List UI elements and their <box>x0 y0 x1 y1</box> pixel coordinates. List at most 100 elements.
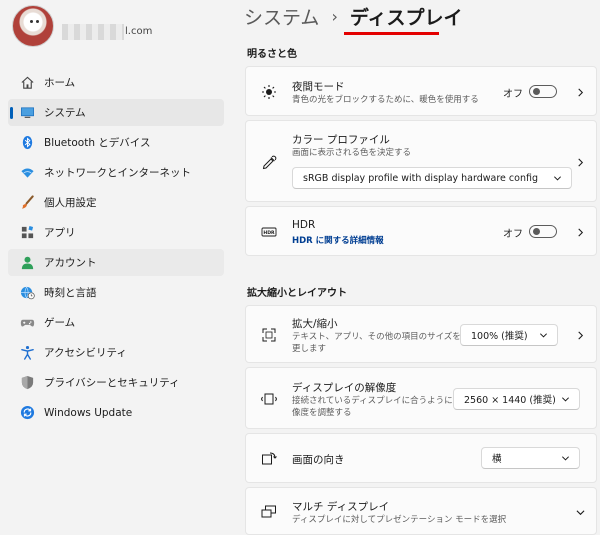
gamepad-icon <box>18 315 36 331</box>
sidebar-item-label: システム <box>44 107 86 119</box>
color-profile-title: カラー プロファイル <box>292 134 390 146</box>
sidebar-item-bluetooth[interactable]: Bluetooth とデバイス <box>8 129 224 156</box>
hdr-title: HDR <box>292 219 316 231</box>
home-icon <box>18 75 36 91</box>
night-light-toggle[interactable] <box>529 85 557 98</box>
hdr-card[interactable]: HDR HDR HDR に関する詳細情報 オフ <box>245 206 597 256</box>
globe-clock-icon <box>18 285 36 301</box>
breadcrumb: システム › ディスプレイ <box>244 3 463 30</box>
wifi-icon <box>18 165 36 181</box>
sidebar-item-label: Bluetooth とデバイス <box>44 137 151 149</box>
chevron-down-icon <box>561 454 570 463</box>
orientation-title: 画面の向き <box>292 454 345 466</box>
multi-display-icon <box>260 503 278 521</box>
night-light-desc: 青色の光をブロックするために、暖色を使用する <box>292 95 479 105</box>
breadcrumb-parent[interactable]: システム <box>244 3 319 30</box>
sidebar-item-label: アクセシビリティ <box>44 347 127 359</box>
section-title-scale-layout: 拡大縮小とレイアウト <box>247 288 347 299</box>
nav-list: ホーム システム Bluetooth とデバイス ネットワークとインターネット … <box>8 69 224 429</box>
sidebar-item-label: 時刻と言語 <box>44 287 97 299</box>
scale-dropdown[interactable]: 100% (推奨) <box>460 324 558 346</box>
color-profile-selected: sRGB display profile with display hardwa… <box>303 172 538 184</box>
chevron-right-icon[interactable] <box>574 156 586 168</box>
resolution-selected: 2560 × 1440 (推奨) <box>464 395 556 406</box>
user-email: l.com <box>125 26 153 37</box>
sidebar-item-label: アカウント <box>44 257 97 269</box>
update-icon <box>18 405 36 421</box>
monitor-icon <box>18 105 36 121</box>
night-light-card[interactable]: 夜間モード 青色の光をブロックするために、暖色を使用する オフ <box>245 66 597 116</box>
shield-icon <box>18 375 36 391</box>
sidebar-item-accessibility[interactable]: アクセシビリティ <box>8 339 224 366</box>
accessibility-icon <box>18 345 36 361</box>
sidebar-item-time-language[interactable]: 時刻と言語 <box>8 279 224 306</box>
sidebar-item-personalization[interactable]: 個人用設定 <box>8 189 224 216</box>
sidebar-item-label: ネットワークとインターネット <box>44 167 191 179</box>
bluetooth-icon <box>18 135 36 151</box>
section-title-brightness: 明るさと色 <box>247 49 297 60</box>
hdr-toggle[interactable] <box>529 225 557 238</box>
brightness-icon <box>260 83 278 101</box>
sidebar-item-apps[interactable]: アプリ <box>8 219 224 246</box>
night-light-state: オフ <box>503 89 523 100</box>
title-underline <box>344 32 439 35</box>
sidebar-item-label: ゲーム <box>44 317 76 329</box>
main-content: システム › ディスプレイ 明るさと色 夜間モード 青色の光をブロックするために… <box>232 0 600 535</box>
scale-desc-line2: 更します <box>292 344 327 354</box>
scale-title: 拡大/縮小 <box>292 318 338 330</box>
color-profile-dropdown[interactable]: sRGB display profile with display hardwa… <box>292 167 572 189</box>
scale-icon <box>260 326 278 344</box>
svg-text:HDR: HDR <box>263 230 275 236</box>
orientation-icon <box>260 450 278 468</box>
chevron-down-icon <box>561 395 570 404</box>
orientation-selected: 横 <box>492 454 502 465</box>
scale-desc-line1: テキスト、アプリ、その他の項目のサイズを変 <box>292 332 470 342</box>
hdr-state: オフ <box>503 229 523 240</box>
resolution-title: ディスプレイの解像度 <box>292 382 397 394</box>
resolution-desc-line2: 像度を調整する <box>292 408 352 418</box>
avatar[interactable] <box>12 5 54 47</box>
hdr-learn-more-link[interactable]: HDR に関する詳細情報 <box>292 234 384 246</box>
person-icon <box>18 255 36 271</box>
chevron-right-icon[interactable] <box>574 329 586 341</box>
sidebar-item-accounts[interactable]: アカウント <box>8 249 224 276</box>
sidebar-item-label: Windows Update <box>44 406 133 419</box>
scale-card[interactable]: 拡大/縮小 テキスト、アプリ、その他の項目のサイズを変 更します 100% (推… <box>245 305 597 363</box>
multi-display-desc: ディスプレイに対してプレゼンテーション モードを選択 <box>292 515 507 525</box>
scale-selected: 100% (推奨) <box>471 331 528 342</box>
sidebar-item-label: 個人用設定 <box>44 197 97 209</box>
night-light-title: 夜間モード <box>292 81 345 93</box>
sidebar-item-label: プライバシーとセキュリティ <box>44 377 180 389</box>
breadcrumb-separator: › <box>331 7 338 26</box>
sidebar-item-windows-update[interactable]: Windows Update <box>8 399 224 426</box>
chevron-down-icon <box>553 174 562 183</box>
sidebar-item-home[interactable]: ホーム <box>8 69 224 96</box>
multi-display-card[interactable]: マルチ ディスプレイ ディスプレイに対してプレゼンテーション モードを選択 <box>245 487 597 535</box>
chevron-right-icon[interactable] <box>574 86 586 98</box>
resolution-dropdown[interactable]: 2560 × 1440 (推奨) <box>453 388 580 410</box>
color-profile-card[interactable]: カラー プロファイル 画面に表示される色を決定する sRGB display p… <box>245 120 597 202</box>
chevron-down-icon <box>539 331 548 340</box>
sidebar-item-label: アプリ <box>44 227 76 239</box>
eyedropper-icon <box>260 154 278 172</box>
sidebar-item-gaming[interactable]: ゲーム <box>8 309 224 336</box>
resolution-icon <box>260 390 278 408</box>
hdr-icon: HDR <box>260 223 278 241</box>
brush-icon <box>18 195 36 211</box>
apps-icon <box>18 225 36 241</box>
chevron-down-icon[interactable] <box>574 506 586 518</box>
multi-display-title: マルチ ディスプレイ <box>292 501 390 513</box>
resolution-card[interactable]: ディスプレイの解像度 接続されているディスプレイに合うように解 像度を調整する … <box>245 367 597 429</box>
sidebar-item-network[interactable]: ネットワークとインターネット <box>8 159 224 186</box>
resolution-desc-line1: 接続されているディスプレイに合うように解 <box>292 396 462 406</box>
orientation-card[interactable]: 画面の向き 横 <box>245 433 597 483</box>
sidebar-item-system[interactable]: システム <box>8 99 224 126</box>
sidebar-item-label: ホーム <box>44 77 76 89</box>
sidebar-item-privacy[interactable]: プライバシーとセキュリティ <box>8 369 224 396</box>
color-profile-desc: 画面に表示される色を決定する <box>292 148 412 158</box>
orientation-dropdown[interactable]: 横 <box>481 447 580 469</box>
page-title: ディスプレイ <box>349 7 463 29</box>
chevron-right-icon[interactable] <box>574 226 586 238</box>
email-redacted <box>62 24 124 40</box>
sidebar: l.com ホーム システム Bluetooth とデバイス ネットワークとイン… <box>0 0 232 531</box>
